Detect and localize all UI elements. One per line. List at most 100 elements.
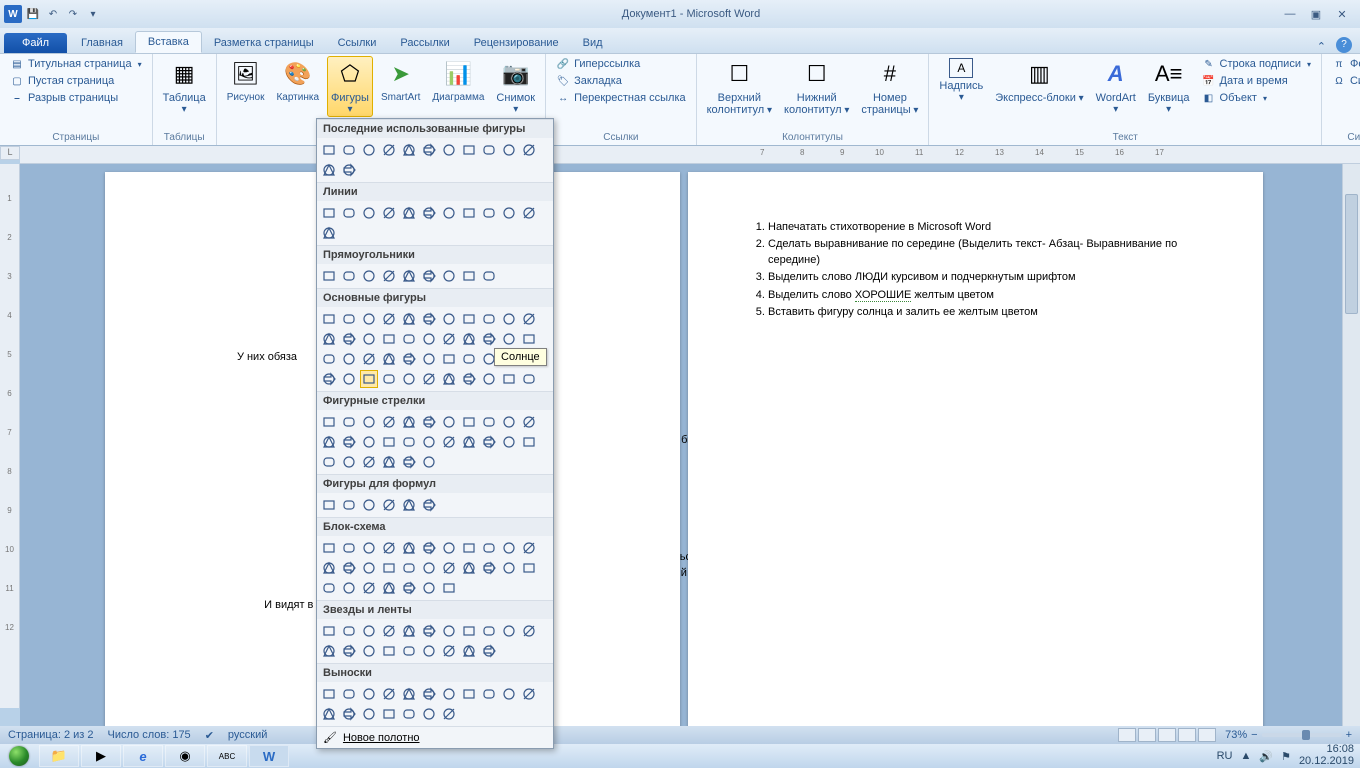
word-icon[interactable]: W [4, 5, 22, 23]
shape-item[interactable] [360, 141, 378, 159]
shape-item[interactable] [400, 705, 418, 723]
shape-item[interactable] [320, 685, 338, 703]
smartart-button[interactable]: ➤SmartArt [377, 56, 424, 105]
shape-item[interactable] [380, 433, 398, 451]
shape-item[interactable] [520, 413, 538, 431]
shape-item[interactable] [360, 370, 378, 388]
shape-item[interactable] [340, 330, 358, 348]
taskbar-word[interactable]: W [249, 745, 289, 767]
shape-item[interactable] [480, 559, 498, 577]
help-icon[interactable]: ? [1336, 37, 1352, 53]
screenshot-button[interactable]: 📷Снимок▾ [492, 56, 539, 117]
shape-item[interactable] [400, 310, 418, 328]
shape-item[interactable] [400, 413, 418, 431]
tab-insert[interactable]: Вставка [135, 31, 202, 53]
dropcap-button[interactable]: A≡Буквица▾ [1144, 56, 1194, 117]
shape-item[interactable] [380, 622, 398, 640]
symbol-button[interactable]: ΩСимвол▾ [1328, 73, 1360, 89]
shape-item[interactable] [520, 539, 538, 557]
quickparts-button[interactable]: ▥Экспресс-блоки ▾ [991, 56, 1087, 106]
shape-item[interactable] [420, 141, 438, 159]
shape-item[interactable] [460, 330, 478, 348]
shape-item[interactable] [360, 267, 378, 285]
shape-item[interactable] [380, 267, 398, 285]
shape-item[interactable] [440, 204, 458, 222]
wordart-button[interactable]: AWordArt▾ [1092, 56, 1140, 117]
shape-item[interactable] [340, 579, 358, 597]
shape-item[interactable] [420, 453, 438, 471]
tab-file[interactable]: Файл [4, 33, 67, 53]
shape-item[interactable] [520, 330, 538, 348]
pagenumber-button[interactable]: #Номерстраницы ▾ [857, 56, 922, 118]
shape-item[interactable] [480, 642, 498, 660]
shape-item[interactable] [360, 622, 378, 640]
crossref-button[interactable]: ↔Перекрестная ссылка [552, 90, 690, 106]
shape-item[interactable] [420, 267, 438, 285]
shape-item[interactable] [380, 350, 398, 368]
shape-item[interactable] [460, 433, 478, 451]
minimize-icon[interactable]: — [1280, 8, 1300, 21]
shape-item[interactable] [520, 370, 538, 388]
shape-item[interactable] [440, 622, 458, 640]
shape-item[interactable] [360, 330, 378, 348]
shape-item[interactable] [380, 685, 398, 703]
shape-item[interactable] [320, 559, 338, 577]
shape-item[interactable] [420, 433, 438, 451]
shape-item[interactable] [360, 350, 378, 368]
shape-item[interactable] [440, 433, 458, 451]
shape-item[interactable] [480, 330, 498, 348]
shape-item[interactable] [340, 161, 358, 179]
tab-pagelayout[interactable]: Разметка страницы [202, 33, 326, 53]
ribbon-minimize-icon[interactable]: ⌃ [1317, 40, 1326, 53]
view-fullscreen[interactable] [1138, 728, 1156, 742]
picture-button[interactable]: 🖼Рисунок [223, 56, 269, 105]
shape-item[interactable] [400, 370, 418, 388]
shape-item[interactable] [480, 370, 498, 388]
hyperlink-button[interactable]: 🔗Гиперссылка [552, 56, 690, 72]
shape-item[interactable] [340, 705, 358, 723]
shape-item[interactable] [380, 559, 398, 577]
shape-item[interactable] [320, 330, 338, 348]
table-button[interactable]: ▦Таблица▾ [159, 56, 210, 117]
taskbar-abc[interactable]: ABC [207, 745, 247, 767]
shape-item[interactable] [340, 204, 358, 222]
shape-item[interactable] [340, 413, 358, 431]
restore-icon[interactable]: ▣ [1306, 8, 1326, 21]
shape-item[interactable] [400, 350, 418, 368]
shape-item[interactable] [460, 559, 478, 577]
shape-item[interactable] [380, 496, 398, 514]
shape-item[interactable] [400, 204, 418, 222]
view-print-layout[interactable] [1118, 728, 1136, 742]
taskbar-ie[interactable]: e [123, 745, 163, 767]
shape-item[interactable] [380, 204, 398, 222]
shape-item[interactable] [520, 310, 538, 328]
shape-item[interactable] [480, 685, 498, 703]
shape-item[interactable] [500, 370, 518, 388]
shape-item[interactable] [440, 370, 458, 388]
shape-item[interactable] [340, 559, 358, 577]
footer-button[interactable]: ☐Нижнийколонтитул ▾ [780, 56, 853, 118]
shape-item[interactable] [360, 705, 378, 723]
shape-item[interactable] [360, 413, 378, 431]
shape-item[interactable] [400, 433, 418, 451]
tray-network-icon[interactable]: 🔊 [1259, 750, 1273, 763]
shape-item[interactable] [340, 350, 358, 368]
shape-item[interactable] [500, 559, 518, 577]
shape-item[interactable] [360, 310, 378, 328]
shape-item[interactable] [500, 539, 518, 557]
zoom-slider[interactable] [1262, 733, 1342, 737]
shape-item[interactable] [320, 413, 338, 431]
shape-item[interactable] [500, 413, 518, 431]
shape-item[interactable] [420, 559, 438, 577]
shape-item[interactable] [440, 350, 458, 368]
shape-item[interactable] [320, 496, 338, 514]
shapes-dropdown[interactable]: Последние использованные фигуры Линии Пр… [316, 118, 554, 749]
shape-item[interactable] [380, 539, 398, 557]
shape-item[interactable] [480, 204, 498, 222]
chart-button[interactable]: 📊Диаграмма [428, 56, 488, 105]
shape-item[interactable] [320, 267, 338, 285]
taskbar-explorer[interactable]: 📁 [39, 745, 79, 767]
shape-item[interactable] [500, 622, 518, 640]
cover-page-button[interactable]: ▤Титульная страница▾ [6, 56, 146, 72]
view-outline[interactable] [1178, 728, 1196, 742]
